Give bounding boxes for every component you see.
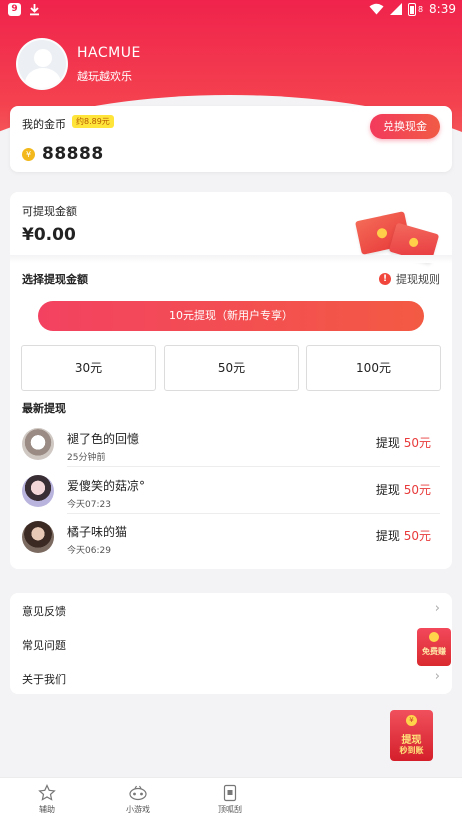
user-avatar[interactable]	[16, 38, 68, 90]
menu-item-feedback[interactable]: 意见反馈 ›	[10, 593, 452, 627]
available-amount-label: 可提现金额	[22, 205, 77, 218]
username: HACMUE	[77, 44, 141, 61]
withdrawal-record: 爱傻笑的菇凉° 今天07:23 提现 50元	[10, 468, 452, 514]
choose-amount-label: 选择提现金额	[22, 273, 88, 286]
coins-card: 我的金币 约8.89元 兑换现金 ¥ 88888	[10, 106, 452, 172]
section-divider	[10, 255, 452, 263]
free-earn-float-button[interactable]: 免费赚	[417, 628, 451, 666]
scratch-card-icon	[223, 784, 237, 802]
withdrawal-record: 褪了色的回憶 25分钟前 提现 50元	[10, 421, 452, 467]
menu-item-faq[interactable]: 常见问题	[10, 627, 452, 661]
settings-menu: 意见反馈 › 常见问题 关于我们 ›	[10, 593, 452, 694]
record-name: 爱傻笑的菇凉°	[67, 479, 146, 493]
record-amount: 提现 50元	[376, 527, 431, 544]
available-amount-value: ¥0.00	[22, 225, 76, 245]
menu-item-label: 常见问题	[22, 639, 66, 652]
record-avatar	[22, 428, 54, 460]
instant-withdraw-sublabel: 秒到账	[399, 746, 424, 755]
record-amount-prefix: 提现	[375, 529, 400, 543]
alert-icon: !	[379, 273, 391, 285]
latest-withdrawals-label: 最新提现	[22, 402, 66, 415]
coin-icon: ¥	[22, 148, 35, 161]
nav-tab-scratch[interactable]: 顶呱刮	[190, 778, 270, 822]
record-amount-value: 50元	[403, 436, 431, 450]
record-name: 橘子味的猫	[67, 525, 128, 539]
signal-icon	[389, 3, 402, 15]
withdraw-rules-link[interactable]: ! 提现规则	[379, 271, 440, 287]
record-amount-value: 50元	[403, 483, 431, 497]
withdraw-rules-label: 提现规则	[396, 273, 440, 286]
chevron-right-icon: ›	[434, 669, 440, 684]
record-amount-value: 50元	[403, 529, 431, 543]
menu-item-label: 关于我们	[22, 673, 66, 686]
nav-tab-label: 小游戏	[126, 805, 150, 814]
app-notification-icon: 9	[8, 3, 21, 16]
withdraw-option-10-new-user[interactable]: 10元提现（新用户专享）	[38, 301, 424, 331]
record-amount: 提现 50元	[376, 481, 431, 498]
record-amount-prefix: 提现	[375, 483, 400, 497]
record-time: 25分钟前	[67, 453, 106, 463]
menu-item-about[interactable]: 关于我们 ›	[10, 661, 452, 695]
menu-item-label: 意见反馈	[22, 605, 66, 618]
free-earn-label: 免费赚	[422, 647, 446, 656]
bottom-navigation: 辅助 小游戏 顶呱刮	[0, 777, 462, 822]
exchange-cash-button[interactable]: 兑换现金	[370, 114, 440, 139]
nav-tab-assist[interactable]: 辅助	[7, 778, 87, 822]
record-amount-prefix: 提现	[375, 436, 400, 450]
instant-withdraw-label: 提现	[401, 735, 422, 746]
wifi-icon	[369, 3, 384, 15]
gamepad-icon	[129, 785, 147, 801]
withdraw-option-50[interactable]: 50元	[164, 345, 299, 391]
record-time: 今天06:29	[67, 546, 111, 556]
record-amount: 提现 50元	[376, 434, 431, 451]
record-avatar	[22, 475, 54, 507]
record-name: 褪了色的回憶	[67, 432, 140, 446]
star-icon	[38, 784, 56, 801]
profile-slogan: 越玩越欢乐	[77, 69, 132, 83]
status-time: 8:39	[429, 2, 456, 16]
status-bar: 9 8 8:39	[0, 0, 462, 20]
record-avatar	[22, 521, 54, 553]
withdraw-option-30[interactable]: 30元	[21, 345, 156, 391]
download-icon	[30, 4, 39, 16]
nav-tab-mini-games[interactable]: 小游戏	[98, 778, 178, 822]
coins-label: 我的金币	[22, 118, 66, 131]
withdrawal-record: 橘子味的猫 今天06:29 提现 50元	[10, 514, 452, 560]
nav-tab-label: 顶呱刮	[218, 805, 242, 814]
chevron-right-icon: ›	[434, 601, 440, 616]
battery-icon	[407, 2, 416, 16]
withdraw-card: 可提现金额 ¥0.00 选择提现金额 ! 提现规则 10元提现（新用户专享） 3…	[10, 192, 452, 569]
coin-icon	[429, 632, 439, 642]
nav-tab-label: 辅助	[39, 805, 55, 814]
record-time: 今天07:23	[67, 500, 111, 510]
coins-value: 88888	[42, 144, 104, 164]
withdraw-option-100[interactable]: 100元	[306, 345, 441, 391]
instant-withdraw-float-button[interactable]: ¥ 提现 秒到账	[390, 710, 433, 761]
battery-level: 8	[417, 4, 424, 14]
coin-icon: ¥	[406, 715, 417, 726]
coins-approx-badge: 约8.89元	[72, 115, 114, 128]
profile-header[interactable]: HACMUE 越玩越欢乐	[16, 38, 141, 90]
